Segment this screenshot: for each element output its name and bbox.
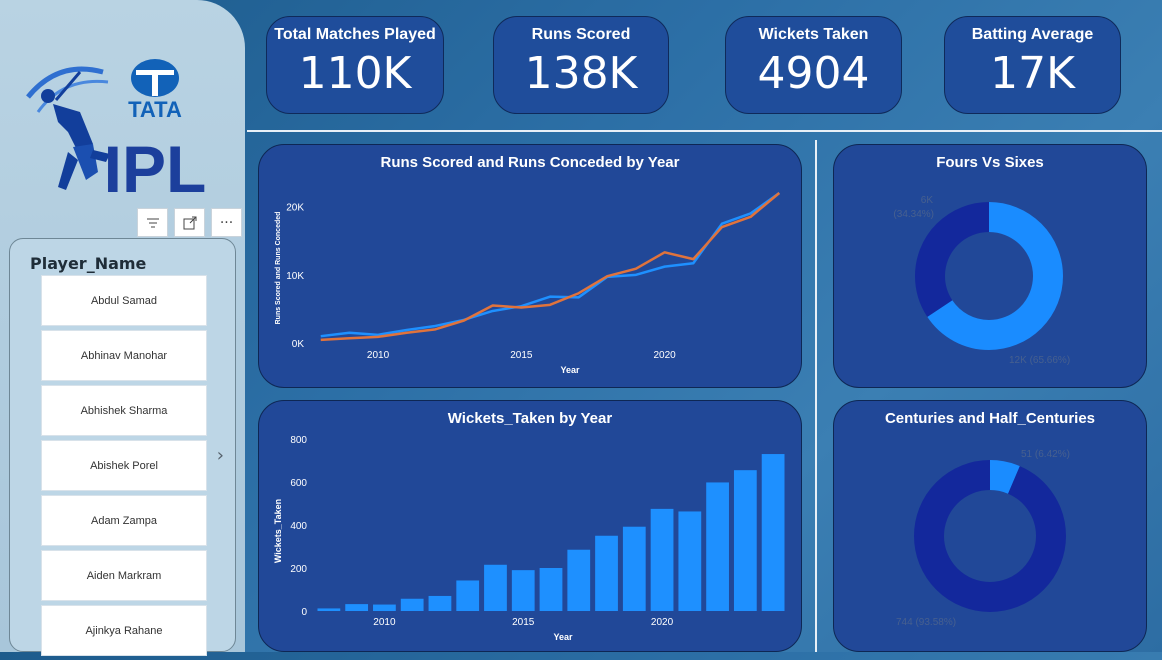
slicer-item[interactable]: Aiden Markram (41, 550, 207, 601)
bar (706, 482, 729, 611)
divider-vertical (815, 140, 817, 652)
y-axis-label: Runs Scored and Runs Conceded (275, 212, 282, 325)
x-tick-label: 2010 (373, 617, 396, 628)
wickets-bar-chart: 0 200 400 600 800 2010 2015 2020 Year Wickets_Tak… (273, 435, 785, 642)
y-tick-label: 800 (290, 435, 307, 446)
slicer-item[interactable]: Abhishek Sharma (41, 385, 207, 436)
y-tick-label: 600 (290, 478, 307, 489)
slicer-item[interactable]: Ajinkya Rahane (41, 605, 207, 656)
wickets-bar-chart-panel: Wickets_Taken by Year 0 200 400 600 800 2010 2… (258, 400, 802, 652)
slicer-item[interactable]: Abdul Samad (41, 275, 207, 326)
focus-mode-icon (183, 216, 196, 229)
filter-button[interactable] (137, 208, 168, 237)
chevron-right-icon[interactable]: › (217, 445, 224, 466)
slice-label: 12K (65.66%) (1009, 355, 1070, 366)
y-tick-label: 200 (290, 564, 307, 575)
centuries-donut: 51 (6.42%) 744 (93.58%) (896, 449, 1070, 628)
kpi-label: Wickets Taken (758, 26, 869, 43)
ipl-wordmark: IPL (104, 132, 207, 200)
bar (678, 511, 702, 611)
divider-horizontal (247, 130, 1162, 132)
ipl-logo: TATA IPL (26, 59, 207, 200)
bar (539, 568, 563, 611)
tata-wordmark: TATA (128, 97, 182, 122)
x-axis-label: Year (553, 632, 573, 642)
focus-mode-button[interactable] (174, 208, 205, 237)
sidebar: TATA IPL ··· Player_Name Abdul Samad Abh… (0, 0, 245, 656)
slicer-list: Abdul Samad Abhinav Manohar Abhishek Sha… (41, 275, 207, 660)
fours-sixes-panel: Fours Vs Sixes 6K (34.34%) 12K (65.66%) (833, 144, 1147, 388)
bar (761, 454, 785, 611)
series-line-1 (320, 191, 780, 338)
bar (317, 608, 341, 611)
bar (622, 526, 646, 611)
bar (400, 598, 424, 611)
bar (373, 604, 396, 611)
fours-sixes-donut: 6K (34.34%) 12K (65.66%) (893, 195, 1070, 366)
bar (484, 564, 507, 611)
bar (650, 508, 674, 611)
runs-line-chart-panel: Runs Scored and Runs Conceded by Year 0K… (258, 144, 802, 388)
kpi-value: 110K (298, 48, 412, 99)
slicer-title: Player_Name (30, 254, 147, 273)
kpi-label: Runs Scored (531, 26, 631, 43)
x-tick-label: 2020 (654, 350, 677, 361)
more-options-button[interactable]: ··· (211, 208, 242, 237)
y-tick-label: 0K (292, 339, 305, 350)
series-line-2 (320, 192, 781, 342)
slice-label: 51 (6.42%) (1021, 449, 1070, 460)
x-tick-label: 2015 (512, 617, 535, 628)
bar (733, 470, 757, 611)
y-tick-label: 0 (301, 607, 307, 618)
bar (511, 570, 535, 611)
player-slicer: Player_Name Abdul Samad Abhinav Manohar … (9, 238, 236, 656)
slicer-item[interactable]: Abhinav Manohar (41, 330, 207, 381)
bar (456, 580, 480, 611)
kpi-value: 4904 (757, 48, 870, 99)
slice-label: (34.34%) (893, 209, 934, 220)
bar (345, 604, 369, 611)
slicer-item[interactable]: Abishek Porel (41, 440, 207, 491)
slice-label: 744 (93.58%) (896, 617, 956, 628)
slicer-item[interactable]: Adam Zampa (41, 495, 207, 546)
y-axis-label: Wickets_Taken (273, 499, 283, 563)
visual-toolbar: ··· (137, 208, 242, 237)
y-tick-label: 20K (286, 203, 304, 214)
kpi-label: Total Matches Played (274, 26, 436, 43)
x-tick-label: 2020 (651, 617, 674, 628)
kpi-card-batting-average: Batting Average 17K (944, 16, 1121, 114)
kpi-card-runs: Runs Scored 138K (493, 16, 669, 114)
x-tick-label: 2010 (367, 350, 390, 361)
kpi-value: 17K (990, 48, 1075, 99)
kpi-label: Batting Average (971, 26, 1094, 43)
bar (428, 595, 452, 611)
filter-icon (146, 218, 159, 227)
kpi-card-wickets: Wickets Taken 4904 (725, 16, 902, 114)
y-tick-label: 400 (290, 521, 307, 532)
slice-label: 6K (921, 195, 934, 206)
bar (595, 535, 618, 611)
runs-line-chart: 0K 10K 20K 2010 2015 2020 Year Runs Scored and … (275, 191, 781, 375)
donut-slice (914, 460, 1066, 612)
x-axis-label: Year (560, 365, 580, 375)
kpi-value: 138K (524, 48, 638, 99)
y-tick-label: 10K (286, 271, 304, 282)
more-options-icon: ··· (219, 214, 234, 231)
centuries-panel: Centuries and Half_Centuries 51 (6.42%) 7… (833, 400, 1147, 652)
bar (567, 549, 591, 611)
x-tick-label: 2015 (510, 350, 533, 361)
kpi-card-matches: Total Matches Played 110K (266, 16, 444, 114)
